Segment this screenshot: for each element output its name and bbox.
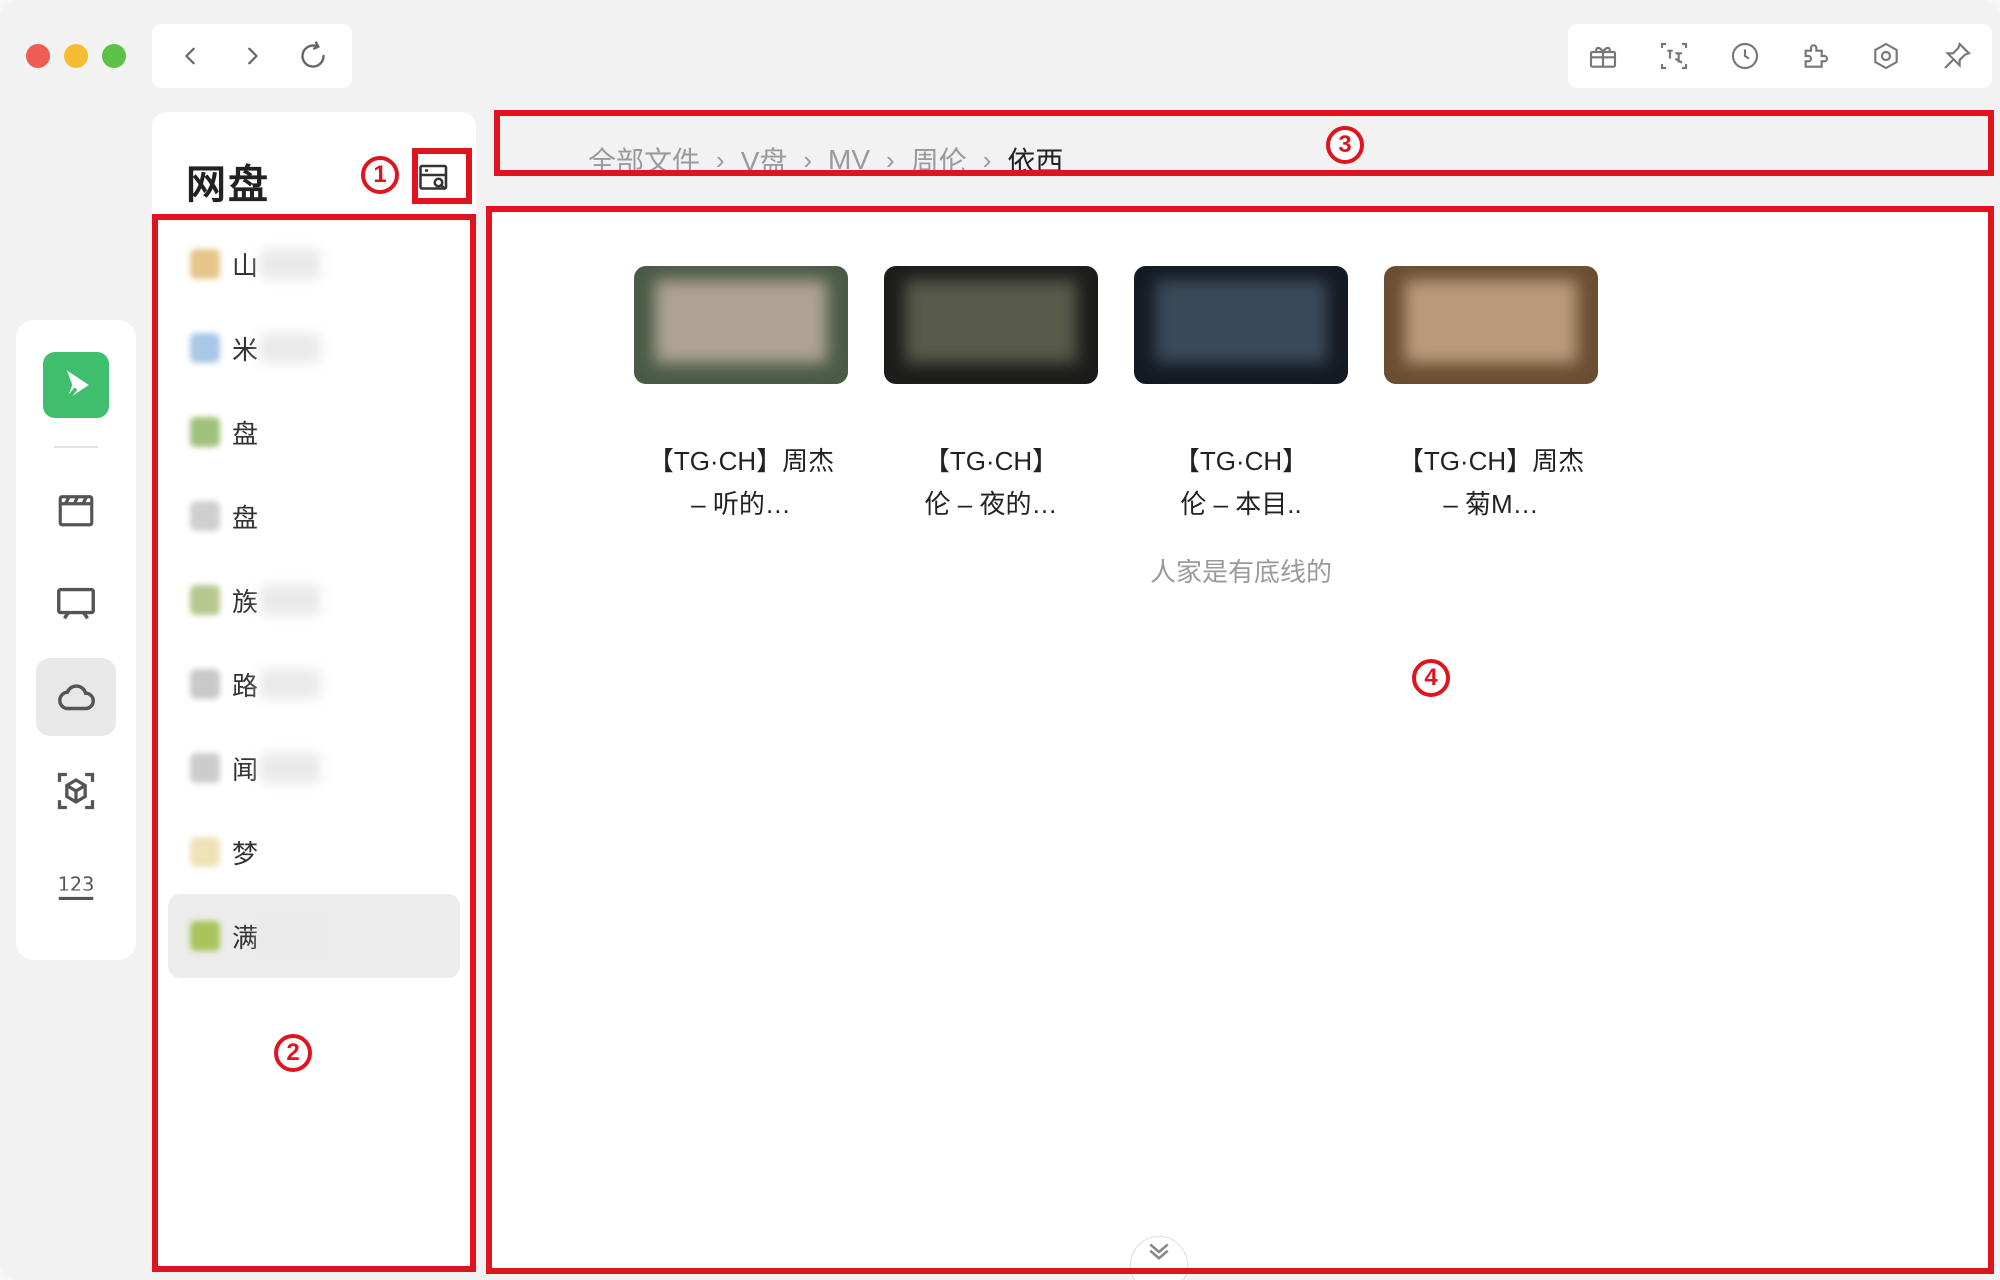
app-window: 123 网盘 山 米 盘 盘 族 路 闻 梦 满 全部文件 › V盘 › MV … — [0, 0, 2000, 1280]
annotation-number-2: 2 — [274, 1034, 312, 1072]
annotation-box-3 — [494, 110, 1994, 176]
chevron-left-icon — [184, 47, 195, 65]
film-icon — [58, 495, 94, 527]
gift-button[interactable] — [1579, 32, 1627, 80]
cube-scan-icon — [57, 772, 95, 810]
logo-icon — [65, 370, 89, 401]
refresh-button[interactable] — [289, 32, 337, 80]
translate-button[interactable] — [1650, 32, 1698, 80]
annotation-box-1 — [412, 148, 472, 204]
rail-item-123[interactable]: 123 — [36, 846, 116, 924]
extension-icon — [1804, 44, 1829, 68]
pin-button[interactable] — [1933, 32, 1981, 80]
settings-button[interactable] — [1862, 32, 1910, 80]
app-rail: 123 — [16, 320, 136, 960]
sidebar-title: 网盘 — [186, 163, 270, 207]
refresh-icon — [301, 41, 326, 68]
navigation-controls — [152, 24, 352, 88]
back-button[interactable] — [167, 32, 215, 80]
settings-icon — [1874, 42, 1898, 70]
annotation-number-4: 4 — [1412, 659, 1450, 697]
annotation-box-2 — [152, 214, 476, 1272]
annotation-number-3: 3 — [1326, 126, 1364, 164]
app-logo[interactable] — [43, 352, 109, 418]
history-icon — [1731, 42, 1758, 70]
gift-icon — [1590, 46, 1617, 68]
maximize-window-button[interactable] — [102, 44, 126, 68]
window-controls — [26, 44, 126, 68]
minimize-window-button[interactable] — [64, 44, 88, 68]
number-123-icon: 123 — [58, 873, 95, 900]
annotation-number-1: 1 — [361, 156, 399, 194]
extension-button[interactable] — [1791, 32, 1839, 80]
rail-divider — [54, 446, 98, 448]
svg-text:123: 123 — [58, 873, 95, 896]
rail-item-tv[interactable] — [36, 564, 116, 642]
translate-icon — [1660, 42, 1688, 70]
tv-icon — [57, 587, 95, 620]
rail-item-cloud[interactable] — [36, 658, 116, 736]
pin-icon — [1943, 42, 1971, 69]
top-toolbar — [1568, 24, 1992, 88]
cloud-icon — [58, 684, 95, 711]
history-button[interactable] — [1721, 32, 1769, 80]
forward-button[interactable] — [228, 32, 276, 80]
rail-item-scan[interactable] — [36, 752, 116, 830]
close-window-button[interactable] — [26, 44, 50, 68]
rail-item-film[interactable] — [36, 470, 116, 548]
chevron-right-icon — [248, 47, 258, 65]
annotation-box-4 — [486, 206, 1994, 1274]
